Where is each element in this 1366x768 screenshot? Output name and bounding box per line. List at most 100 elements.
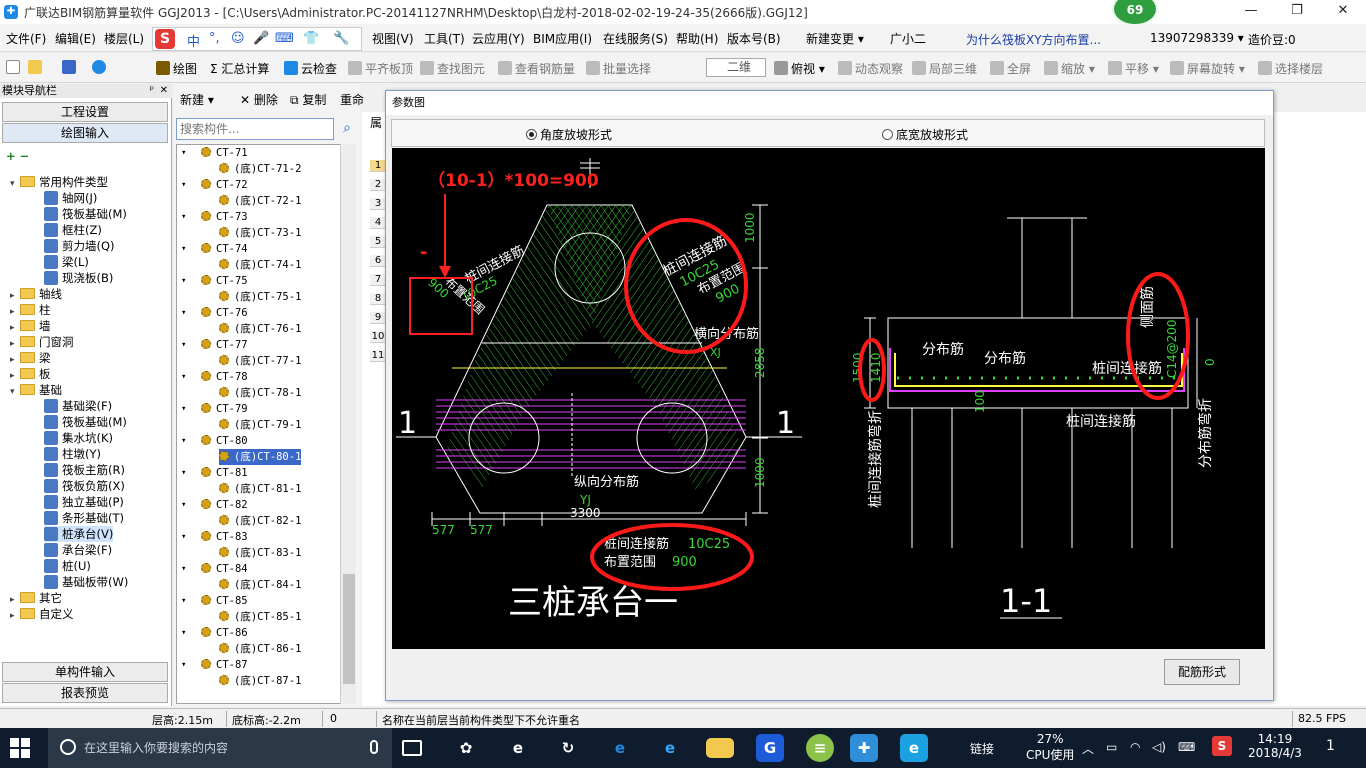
find-element-button[interactable]: 查找图元 bbox=[420, 60, 485, 77]
notification-badge[interactable]: 69 bbox=[1112, 0, 1158, 26]
row-number[interactable]: 3 bbox=[370, 198, 386, 210]
glodon-ggj-icon[interactable]: ✚ bbox=[850, 734, 878, 762]
row-number[interactable]: 4 bbox=[370, 217, 386, 229]
menu-version[interactable]: 版本号(B) bbox=[727, 30, 781, 47]
ie-old-icon[interactable]: e bbox=[504, 734, 532, 762]
edge-icon[interactable]: e bbox=[606, 734, 634, 762]
ime-chinese-icon[interactable]: 中 bbox=[187, 31, 200, 50]
component-bottom-item[interactable]: (底)CT-84-1 bbox=[219, 577, 301, 593]
tree-item[interactable]: 筏板主筋(R) bbox=[44, 462, 125, 478]
component-item[interactable]: ▾ CT-81 bbox=[181, 465, 248, 481]
tree-item[interactable]: 基础梁(F) bbox=[44, 398, 112, 414]
tree-item[interactable]: 框柱(Z) bbox=[44, 222, 102, 238]
delete-component-button[interactable]: ✕ 删除 bbox=[240, 91, 278, 108]
tree-folder[interactable]: ▾ 基础 bbox=[10, 382, 62, 398]
tree-item[interactable]: 筏板基础(M) bbox=[44, 206, 127, 222]
menu-help[interactable]: 帮助(H) bbox=[676, 30, 718, 47]
notification-center-icon[interactable]: 1 bbox=[1326, 738, 1335, 754]
row-number[interactable]: 10 bbox=[370, 331, 386, 343]
ime-keyboard-icon[interactable]: ⌨ bbox=[275, 31, 294, 46]
component-item[interactable]: ▾ CT-77 bbox=[181, 337, 248, 353]
start-windows-icon[interactable] bbox=[10, 738, 30, 758]
component-item[interactable]: ▾ CT-74 bbox=[181, 241, 248, 257]
pinwheel-app-icon[interactable]: ✿ bbox=[452, 734, 480, 762]
component-item[interactable]: ▾ CT-87 bbox=[181, 657, 248, 673]
component-bottom-item[interactable]: (底)CT-79-1 bbox=[219, 417, 301, 433]
row-number[interactable]: 9 bbox=[370, 312, 386, 324]
component-bottom-item[interactable]: (底)CT-72-1 bbox=[219, 193, 301, 209]
component-item[interactable]: ▾ CT-82 bbox=[181, 497, 248, 513]
pan-dropdown[interactable]: 平移 ▾ bbox=[1108, 60, 1159, 77]
component-bottom-item[interactable]: (底)CT-78-1 bbox=[219, 385, 301, 401]
file-explorer-icon[interactable] bbox=[706, 738, 734, 758]
tree-item[interactable]: 柱墩(Y) bbox=[44, 446, 101, 462]
tree-item[interactable]: 承台梁(F) bbox=[44, 542, 112, 558]
ime-emoji-icon[interactable]: ☺ bbox=[231, 31, 245, 46]
component-item[interactable]: ▾ CT-80 bbox=[181, 433, 248, 449]
component-item[interactable]: ▾ CT-75 bbox=[181, 273, 248, 289]
collapse-icon[interactable]: ▾ bbox=[181, 593, 186, 609]
tree-item[interactable]: 现浇板(B) bbox=[44, 270, 113, 286]
menu-bim[interactable]: BIM应用(I) bbox=[533, 30, 592, 47]
browser-swirl-icon[interactable]: ↻ bbox=[554, 734, 582, 762]
ime-skin-icon[interactable]: 👕 bbox=[303, 31, 319, 46]
cloud-check-button[interactable]: 云检查 bbox=[284, 60, 337, 77]
ie-icon[interactable]: e bbox=[656, 734, 684, 762]
tree-item[interactable]: 条形基础(T) bbox=[44, 510, 124, 526]
collapse-icon[interactable]: ▾ bbox=[181, 177, 186, 193]
component-item[interactable]: ▾ CT-73 bbox=[181, 209, 248, 225]
menu-edit[interactable]: 编辑(E) bbox=[55, 30, 96, 47]
collapse-icon[interactable]: ▾ bbox=[181, 529, 186, 545]
volume-icon[interactable]: ◁) bbox=[1152, 740, 1166, 754]
dynamic-observe-button[interactable]: 动态观察 bbox=[838, 60, 903, 77]
component-bottom-item[interactable]: (底)CT-82-1 bbox=[219, 513, 301, 529]
glodon-g-icon[interactable]: G bbox=[756, 734, 784, 762]
tree-item[interactable]: 独立基础(P) bbox=[44, 494, 124, 510]
menu-online[interactable]: 在线服务(S) bbox=[603, 30, 668, 47]
component-bottom-item[interactable]: (底)CT-81-1 bbox=[219, 481, 301, 497]
scrollbar-thumb[interactable] bbox=[343, 574, 355, 684]
tree-folder[interactable]: ▸ 轴线 bbox=[10, 286, 62, 302]
sogou-logo-icon[interactable]: S bbox=[155, 29, 175, 49]
project-settings-button[interactable]: 工程设置 bbox=[2, 102, 168, 122]
component-item[interactable]: ▾ CT-79 bbox=[181, 401, 248, 417]
collapse-icon[interactable]: ▾ bbox=[181, 465, 186, 481]
copy-component-button[interactable]: ⧉ 复制 bbox=[290, 91, 326, 108]
tree-item[interactable]: 基础板带(W) bbox=[44, 574, 128, 590]
tree-item[interactable]: 轴网(J) bbox=[44, 190, 97, 206]
summary-calc-button[interactable]: Σ 汇总计算 bbox=[210, 60, 269, 77]
collapse-icon[interactable]: ▾ bbox=[181, 657, 186, 673]
single-component-button[interactable]: 单构件输入 bbox=[2, 662, 168, 682]
component-item[interactable]: ▾ CT-83 bbox=[181, 529, 248, 545]
tree-item[interactable]: 剪力墙(Q) bbox=[44, 238, 115, 254]
menu-guangxiaoer[interactable]: 广小二 bbox=[890, 30, 926, 47]
rename-component-button[interactable]: 重命 bbox=[340, 91, 364, 108]
component-bottom-item[interactable]: (底)CT-75-1 bbox=[219, 289, 301, 305]
component-item[interactable]: ▾ CT-72 bbox=[181, 177, 248, 193]
sogou-tray-icon[interactable]: S bbox=[1212, 736, 1232, 756]
report-preview-button[interactable]: 报表预览 bbox=[2, 683, 168, 703]
menu-cloud[interactable]: 云应用(Y) bbox=[472, 30, 525, 47]
close-icon[interactable]: ✕ bbox=[160, 84, 168, 98]
collapse-icon[interactable]: ▾ bbox=[10, 384, 20, 400]
component-bottom-item[interactable]: (底)CT-74-1 bbox=[219, 257, 301, 273]
menu-tools[interactable]: 工具(T) bbox=[424, 30, 465, 47]
fullscreen-button[interactable]: 全屏 bbox=[990, 60, 1031, 77]
collapse-icon[interactable]: ▾ bbox=[181, 241, 186, 257]
collapse-icon[interactable]: ▾ bbox=[181, 369, 186, 385]
zoom-dropdown[interactable]: 缩放 ▾ bbox=[1044, 60, 1095, 77]
tree-item[interactable]: 桩(U) bbox=[44, 558, 91, 574]
collapse-icon[interactable]: ▾ bbox=[181, 625, 186, 641]
batch-select-button[interactable]: 批量选择 bbox=[586, 60, 651, 77]
task-view-icon[interactable] bbox=[402, 740, 422, 756]
microphone-icon[interactable] bbox=[370, 740, 378, 754]
collapse-icon[interactable]: ▾ bbox=[181, 145, 186, 161]
expand-icon[interactable]: ▸ bbox=[10, 608, 20, 624]
component-bottom-item[interactable]: (底)CT-85-1 bbox=[219, 609, 301, 625]
open-file-button[interactable] bbox=[28, 60, 45, 75]
undo-button[interactable] bbox=[92, 60, 109, 75]
collapse-icon[interactable]: ▾ bbox=[181, 305, 186, 321]
component-bottom-item[interactable]: (底)CT-76-1 bbox=[219, 321, 301, 337]
view-rebar-button[interactable]: 查看钢筋量 bbox=[498, 60, 575, 77]
component-bottom-item[interactable]: (底)CT-83-1 bbox=[219, 545, 301, 561]
